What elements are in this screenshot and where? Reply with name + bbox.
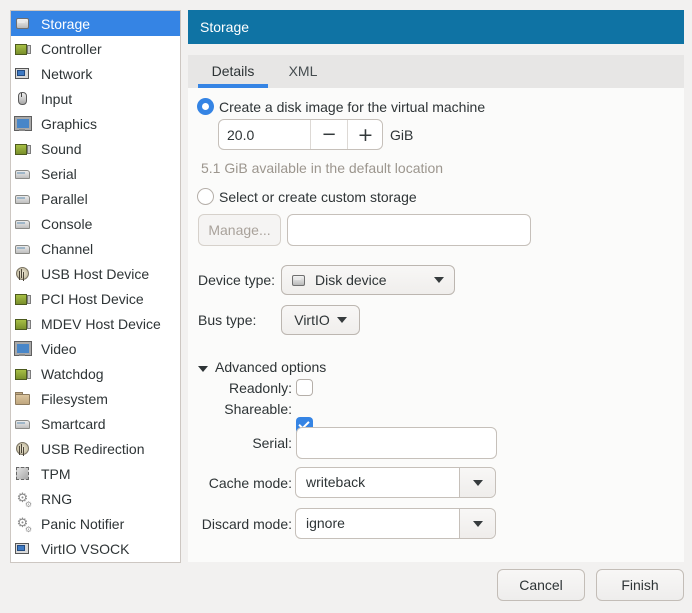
serial-entry-box [296, 427, 497, 459]
dropdown-arrow-icon [434, 277, 444, 283]
advanced-options-expander[interactable]: Advanced options [198, 359, 326, 375]
device-type-value: Disk device [315, 272, 387, 288]
serial-icon [14, 215, 31, 232]
radio-create-disk-image[interactable] [197, 98, 214, 115]
page-header: Storage [188, 10, 684, 44]
card-icon [14, 290, 31, 307]
monitor-icon [14, 115, 31, 132]
usb-icon [14, 440, 31, 457]
tab-xml[interactable]: XML [268, 55, 338, 88]
vsock-icon [14, 540, 31, 557]
cancel-button-label: Cancel [519, 577, 563, 593]
sidebar-item-mdev-host-device[interactable]: MDEV Host Device [11, 311, 180, 336]
finish-button-label: Finish [621, 577, 658, 593]
manage-button[interactable]: Manage... [198, 214, 281, 246]
finish-button[interactable]: Finish [596, 569, 684, 601]
sidebar-item-channel[interactable]: Channel [11, 236, 180, 261]
sidebar-item-panic-notifier[interactable]: Panic Notifier [11, 511, 180, 536]
serial-label: Serial: [198, 435, 292, 451]
folder-icon [14, 390, 31, 407]
disk-size-spinbox [218, 119, 383, 150]
sidebar-item-usb-host-device[interactable]: USB Host Device [11, 261, 180, 286]
sidebar-item-video[interactable]: Video [11, 336, 180, 361]
manage-button-label: Manage... [208, 222, 270, 238]
sidebar-item-storage[interactable]: Storage [11, 11, 180, 36]
advanced-options-label: Advanced options [215, 359, 326, 375]
card-icon [14, 315, 31, 332]
sidebar-item-controller[interactable]: Controller [11, 36, 180, 61]
tab-details[interactable]: Details [198, 55, 268, 88]
sidebar-item-rng[interactable]: RNG [11, 486, 180, 511]
add-hardware-dialog: Storage Controller Network Input Graphic… [0, 0, 692, 613]
cache-mode-dropdown-button[interactable] [459, 468, 495, 497]
discard-mode-label: Discard mode: [198, 516, 292, 532]
sidebar-item-virtio-vsock[interactable]: VirtIO VSOCK [11, 536, 180, 561]
dropdown-arrow-icon [473, 521, 483, 527]
readonly-checkbox[interactable] [296, 379, 313, 396]
tab-bar: Details XML [188, 55, 684, 88]
device-type-combo[interactable]: Disk device [281, 265, 455, 295]
card-icon [14, 365, 31, 382]
tab-details-label: Details [212, 63, 255, 79]
sidebar-item-sound[interactable]: Sound [11, 136, 180, 161]
sidebar-item-filesystem[interactable]: Filesystem [11, 386, 180, 411]
tab-xml-label: XML [289, 63, 318, 79]
tpm-icon [14, 465, 31, 482]
radio-custom-storage[interactable] [197, 188, 214, 205]
sidebar-item-graphics[interactable]: Graphics [11, 111, 180, 136]
sidebar-item-usb-redirection[interactable]: USB Redirection [11, 436, 180, 461]
card-icon [14, 140, 31, 157]
sidebar-item-tpm[interactable]: TPM [11, 461, 180, 486]
radio-custom-label[interactable]: Select or create custom storage [219, 189, 417, 205]
serial-icon [14, 240, 31, 257]
bus-type-label: Bus type: [198, 312, 256, 328]
cache-mode-label: Cache mode: [198, 475, 292, 491]
disk-icon [290, 272, 307, 289]
mouse-icon [14, 90, 31, 107]
gear-icon [14, 515, 31, 532]
shareable-label: Shareable: [198, 401, 292, 417]
bus-type-value: VirtIO [294, 312, 330, 328]
sidebar-item-console[interactable]: Console [11, 211, 180, 236]
sidebar-item-serial[interactable]: Serial [11, 161, 180, 186]
serial-icon [14, 165, 31, 182]
sidebar-item-pci-host-device[interactable]: PCI Host Device [11, 286, 180, 311]
sidebar-item-network[interactable]: Network [11, 61, 180, 86]
dropdown-arrow-icon [473, 480, 483, 486]
disk-icon [14, 15, 31, 32]
sidebar-item-input[interactable]: Input [11, 86, 180, 111]
page-title: Storage [200, 19, 249, 35]
serial-icon [14, 415, 31, 432]
dropdown-arrow-icon [337, 317, 347, 323]
usb-icon [14, 265, 31, 282]
sidebar-item-watchdog[interactable]: Watchdog [11, 361, 180, 386]
readonly-label: Readonly: [198, 380, 292, 396]
card-icon [14, 40, 31, 57]
cache-mode-combo[interactable]: writeback [295, 467, 496, 498]
cancel-button[interactable]: Cancel [497, 569, 585, 601]
discard-mode-combo[interactable]: ignore [295, 508, 496, 539]
custom-storage-entry-box [287, 214, 531, 246]
radio-create-label[interactable]: Create a disk image for the virtual mach… [219, 99, 485, 115]
discard-mode-dropdown-button[interactable] [459, 509, 495, 538]
plus-icon[interactable] [347, 120, 383, 149]
custom-storage-entry[interactable] [288, 215, 530, 245]
serial-icon [14, 190, 31, 207]
size-unit-label: GiB [390, 127, 413, 143]
cache-mode-value: writeback [306, 468, 365, 497]
bus-type-combo[interactable]: VirtIO [281, 305, 360, 335]
discard-mode-value: ignore [306, 509, 345, 538]
gear-icon [14, 490, 31, 507]
details-panel: Create a disk image for the virtual mach… [188, 88, 684, 562]
sidebar-item-smartcard[interactable]: Smartcard [11, 411, 180, 436]
minus-icon[interactable] [310, 120, 347, 149]
available-space-hint: 5.1 GiB available in the default locatio… [201, 160, 443, 176]
monitor-icon [14, 340, 31, 357]
network-icon [14, 65, 31, 82]
sidebar-item-parallel[interactable]: Parallel [11, 186, 180, 211]
sidebar: Storage Controller Network Input Graphic… [10, 10, 181, 563]
expander-down-icon [198, 366, 208, 372]
device-type-label: Device type: [198, 272, 275, 288]
serial-entry[interactable] [297, 428, 496, 458]
